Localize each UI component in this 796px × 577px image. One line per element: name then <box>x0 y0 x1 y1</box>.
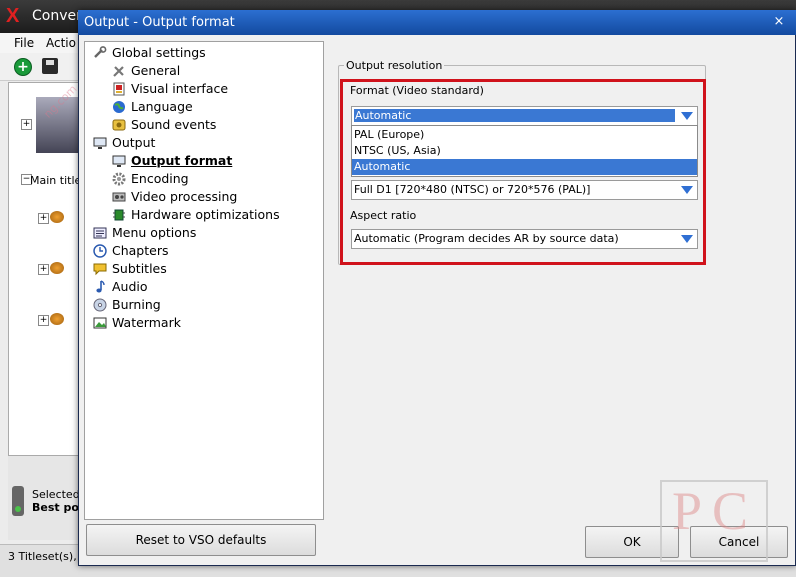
nav-label: Menu options <box>112 225 197 240</box>
app-logo-icon: X <box>6 5 20 27</box>
gear-icon <box>112 172 126 186</box>
nav-label: Output format <box>131 153 233 168</box>
selected-label: Selected <box>32 488 80 501</box>
music-note-icon <box>96 280 105 293</box>
dialog-title: Output - Output format <box>84 15 235 30</box>
group-title: Output resolution <box>344 59 445 72</box>
best-quality-label: Best po <box>32 501 79 514</box>
nav-label: Burning <box>112 297 161 312</box>
nav-label: Visual interface <box>131 81 229 96</box>
nav-label: Subtitles <box>112 261 167 276</box>
reset-defaults-button[interactable]: Reset to VSO defaults <box>86 524 316 556</box>
traffic-light-icon <box>12 486 24 516</box>
disc-icon <box>93 298 107 312</box>
watermark-icon <box>93 317 107 329</box>
resolution-select[interactable]: Full D1 [720*480 (NTSC) or 720*576 (PAL)… <box>351 180 698 200</box>
app-title: Conver <box>32 8 82 24</box>
format-select[interactable]: Automatic <box>351 106 698 126</box>
title-icon <box>50 262 64 274</box>
nav-label: Global settings <box>112 45 206 60</box>
hardware-icon <box>113 209 125 221</box>
speech-bubble-icon <box>93 263 107 276</box>
visual-interface-icon <box>113 82 125 96</box>
title-icon <box>50 313 64 325</box>
format-label: Format (Video standard) <box>350 84 484 97</box>
format-option-pal[interactable]: PAL (Europe) <box>352 127 697 143</box>
nav-label: Chapters <box>112 243 169 258</box>
aspect-ratio-select[interactable]: Automatic (Program decides AR by source … <box>351 229 698 249</box>
resolution-select-value: Full D1 [720*480 (NTSC) or 720*576 (PAL)… <box>354 183 591 196</box>
menu-actions[interactable]: Actio <box>46 36 76 50</box>
monitor-icon <box>112 155 126 167</box>
site-watermark-logo: PC <box>672 481 759 541</box>
nav-label: Video processing <box>131 189 238 204</box>
save-icon[interactable] <box>42 58 58 74</box>
nav-label: Watermark <box>112 315 181 330</box>
close-icon[interactable]: × <box>772 15 786 29</box>
tree-expand-icon[interactable]: + <box>38 315 49 326</box>
add-icon[interactable]: + <box>14 58 32 76</box>
format-option-ntsc[interactable]: NTSC (US, Asia) <box>352 143 697 159</box>
status-text: 3 Titleset(s), T <box>8 550 87 563</box>
format-select-value: Automatic <box>354 109 675 122</box>
tree-expand-icon[interactable]: + <box>21 119 32 130</box>
wrench-settings-icon <box>94 46 107 58</box>
tools-icon <box>113 66 124 77</box>
title-icon <box>50 211 64 223</box>
dropdown-arrow-icon[interactable] <box>680 183 694 197</box>
menu-file[interactable]: File <box>14 36 34 50</box>
globe-icon <box>113 101 125 113</box>
nav-label: Encoding <box>131 171 189 186</box>
tree-expand-icon[interactable]: + <box>38 213 49 224</box>
nav-label: Output <box>112 135 156 150</box>
monitor-icon <box>93 137 107 149</box>
aspect-ratio-select-value: Automatic (Program decides AR by source … <box>354 232 619 245</box>
nav-label: General <box>131 63 181 78</box>
nav-label: Hardware optimizations <box>131 207 280 222</box>
dropdown-arrow-icon[interactable] <box>680 109 694 123</box>
menu-icon <box>93 227 107 239</box>
format-option-automatic[interactable]: Automatic <box>352 159 697 175</box>
settings-nav-tree: Global settings General Visual interface… <box>84 41 324 520</box>
nav-label: Language <box>131 99 193 114</box>
tree-expand-icon[interactable]: + <box>38 264 49 275</box>
dropdown-arrow-icon[interactable] <box>680 232 694 246</box>
aspect-ratio-label: Aspect ratio <box>350 209 417 222</box>
nav-label: Sound events <box>131 117 217 132</box>
video-processing-icon <box>112 192 126 202</box>
clock-icon <box>93 244 107 258</box>
nav-label: Audio <box>112 279 148 294</box>
sound-events-icon <box>112 119 126 131</box>
